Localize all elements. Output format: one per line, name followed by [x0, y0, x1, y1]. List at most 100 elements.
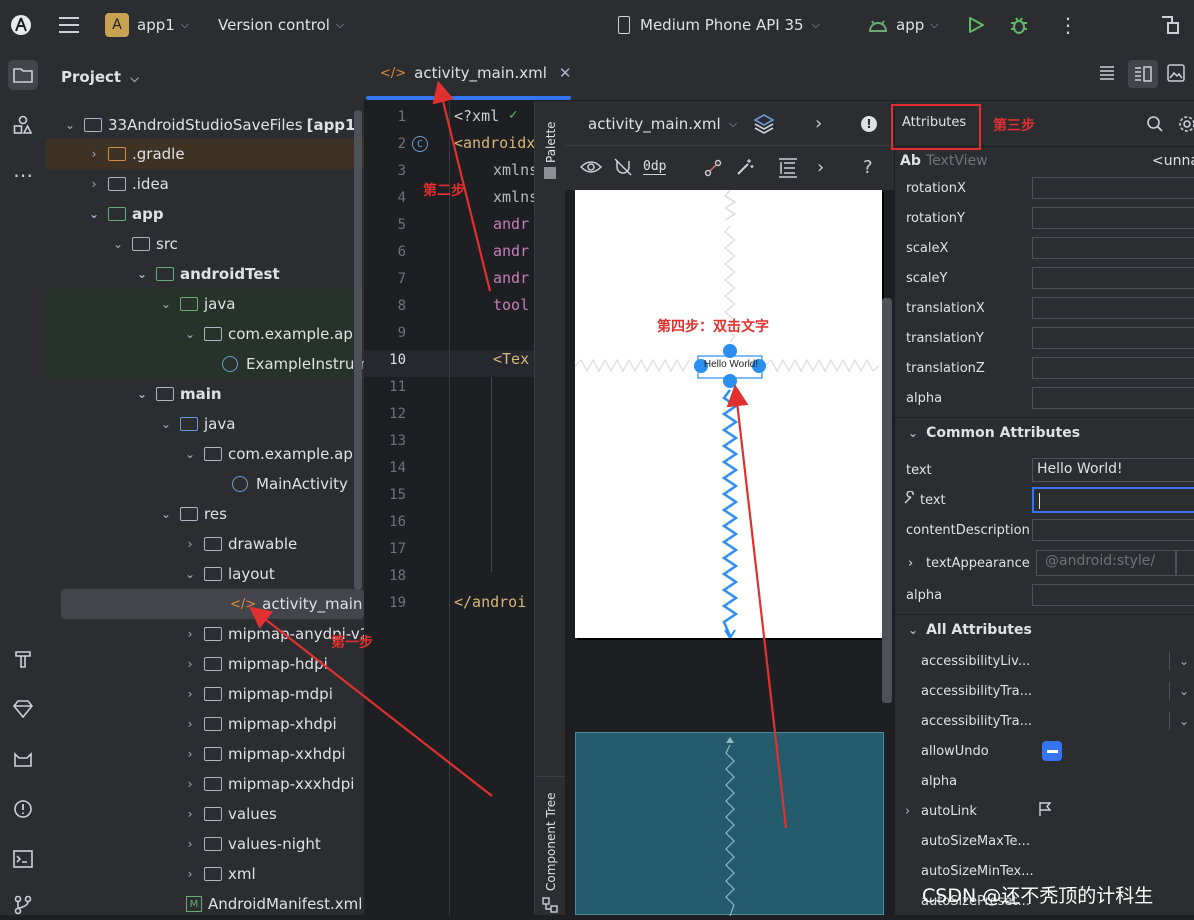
tree-item-drawable[interactable]: › drawable: [46, 529, 364, 559]
attr-input[interactable]: [1032, 327, 1194, 349]
attr-input[interactable]: [1032, 357, 1194, 379]
chevron-right-icon[interactable]: ›: [815, 113, 822, 134]
code-editor[interactable]: C 1 2 3 4 5 6 7 8 9 10 11 12 13 14 15 16…: [364, 101, 534, 915]
tree-item-manifest[interactable]: M AndroidManifest.xml: [46, 889, 364, 915]
tab-activity-main[interactable]: </> activity_main.xml ✕: [380, 50, 571, 96]
run-config-selector[interactable]: app ⌵: [868, 0, 939, 50]
attr-input[interactable]: [1032, 267, 1194, 289]
view-id[interactable]: <unnamed>: [1152, 153, 1194, 169]
flag-icon[interactable]: [1038, 801, 1052, 821]
android-studio-logo-icon[interactable]: [10, 0, 32, 50]
chevron-down-icon[interactable]: ⌄: [1179, 654, 1189, 668]
vcs-selector[interactable]: Version control ⌵: [218, 0, 344, 50]
tree-item-mipmap-xhdpi[interactable]: › mipmap-xhdpi: [46, 709, 364, 739]
module-folder-icon: [84, 118, 102, 132]
tree-item-idea[interactable]: › .idea: [46, 169, 364, 199]
tree-item-values-night[interactable]: › values-night: [46, 829, 364, 859]
run-icon[interactable]: [967, 0, 985, 50]
clear-constraints-icon[interactable]: [703, 158, 723, 182]
attr-input[interactable]: [1032, 237, 1194, 259]
split-view-icon[interactable]: [1128, 60, 1158, 88]
tree-item-root[interactable]: ⌄ 33AndroidStudioSaveFiles [app1]: [46, 110, 364, 140]
chevron-down-icon[interactable]: ⌄: [1179, 714, 1189, 728]
tree-item-gradle[interactable]: › .gradle: [46, 139, 364, 169]
tree-item-xml[interactable]: › xml: [46, 859, 364, 889]
infer-constraints-icon[interactable]: [735, 157, 755, 181]
tree-item-res[interactable]: ⌄ res: [46, 499, 364, 529]
gem-icon[interactable]: [8, 694, 38, 724]
tree-item-layout[interactable]: ⌄ layout: [46, 559, 364, 589]
tree-item-activity-main[interactable]: </> activity_main.xml: [46, 589, 364, 619]
guidelines-icon[interactable]: [777, 157, 799, 183]
tree-item-app[interactable]: ⌄ app: [46, 199, 364, 229]
text-value-input[interactable]: Hello World!: [1032, 458, 1194, 482]
magnet-off-icon[interactable]: [613, 157, 633, 181]
tree-item-mipmap-xxhdpi[interactable]: › mipmap-xxhdpi: [46, 739, 364, 769]
class-gutter-icon[interactable]: C: [412, 136, 428, 152]
tree-item-mipmap-hdpi[interactable]: › mipmap-hdpi: [46, 649, 364, 679]
chevron-right-icon[interactable]: ›: [817, 157, 824, 178]
ai-assistant-icon[interactable]: [1158, 0, 1182, 50]
tree-item-example-test[interactable]: ExampleInstrum: [46, 349, 364, 379]
chevron-down-icon[interactable]: ⌄: [1179, 684, 1189, 698]
chevron-right-icon[interactable]: ›: [905, 804, 910, 819]
common-attributes-header[interactable]: ⌄ Common Attributes: [895, 417, 1194, 448]
attr-input[interactable]: [1032, 387, 1194, 409]
more-tools-icon[interactable]: ⋯: [8, 160, 38, 190]
attr-input[interactable]: [1032, 297, 1194, 319]
git-branch-icon[interactable]: [8, 890, 38, 920]
blueprint-preview[interactable]: [575, 732, 884, 916]
problems-icon[interactable]: [8, 794, 38, 824]
tree-item-java-test[interactable]: ⌄ java: [46, 289, 364, 319]
attr-input[interactable]: [1032, 584, 1194, 606]
design-file-selector[interactable]: activity_main.xml ⌵: [588, 115, 737, 133]
hello-world-textview[interactable]: Hello World!: [703, 359, 759, 373]
component-tree-tab[interactable]: Component Tree: [544, 793, 558, 891]
attr-input[interactable]: [1032, 207, 1194, 229]
project-folder-icon[interactable]: [8, 60, 38, 90]
debug-icon[interactable]: [1008, 0, 1030, 50]
tree-item-package-main[interactable]: ⌄ com.example.app1: [46, 439, 364, 469]
palette-tab[interactable]: Palette: [544, 121, 558, 163]
project-scrollbar[interactable]: [354, 110, 362, 590]
attr-input[interactable]: [1032, 177, 1194, 199]
main-menu-icon[interactable]: [58, 0, 80, 50]
tree-item-mipmap-anydpi[interactable]: › mipmap-anydpi-v26: [46, 619, 364, 649]
text-appearance-input[interactable]: @android:style/: [1036, 550, 1176, 576]
chevron-right-icon[interactable]: ›: [908, 556, 913, 571]
tree-item-mipmap-xxxhdpi[interactable]: › mipmap-xxxhdpi: [46, 769, 364, 799]
logcat-icon[interactable]: [8, 744, 38, 774]
attr-input[interactable]: [1032, 519, 1194, 541]
tree-item-java-main[interactable]: ⌄ java: [46, 409, 364, 439]
phone-preview[interactable]: Hello World!: [575, 190, 882, 638]
tree-item-package-test[interactable]: ⌄ com.example.app1: [46, 319, 364, 349]
device-selector[interactable]: Medium Phone API 35 ⌵: [618, 0, 820, 50]
tree-item-mipmap-mdpi[interactable]: › mipmap-mdpi: [46, 679, 364, 709]
code-view-icon[interactable]: [1099, 64, 1115, 84]
design-view-icon[interactable]: [1167, 64, 1185, 86]
allow-undo-checkbox[interactable]: [1042, 741, 1062, 761]
gear-icon[interactable]: [1177, 114, 1194, 138]
close-icon[interactable]: ✕: [559, 64, 572, 82]
eye-icon[interactable]: [579, 159, 603, 179]
tools-text-input[interactable]: [1032, 487, 1194, 513]
resource-manager-icon[interactable]: [8, 110, 38, 140]
warning-icon[interactable]: !: [861, 116, 877, 132]
design-scrollbar[interactable]: [882, 298, 892, 703]
layers-icon[interactable]: [753, 113, 775, 139]
tree-item-values[interactable]: › values: [46, 799, 364, 829]
more-options-icon[interactable]: ⋮: [1058, 0, 1078, 50]
terminal-icon[interactable]: [8, 844, 38, 874]
tree-item-main[interactable]: ⌄ main: [46, 379, 364, 409]
project-selector[interactable]: A app1 ⌵: [105, 0, 189, 50]
build-hammer-icon[interactable]: [8, 644, 38, 674]
default-margin-dp[interactable]: 0dp: [643, 159, 667, 175]
tree-item-mainactivity[interactable]: MainActivity: [46, 469, 364, 499]
tree-item-src[interactable]: ⌄ src: [46, 229, 364, 259]
all-attributes-header[interactable]: ⌄ All Attributes: [895, 614, 1194, 645]
help-icon[interactable]: ?: [863, 157, 873, 178]
text-appearance-dropdown[interactable]: [1176, 550, 1194, 576]
tree-item-androidtest[interactable]: ⌄ androidTest: [46, 259, 364, 289]
search-icon[interactable]: [1146, 115, 1164, 137]
project-panel-title[interactable]: Project ⌵: [61, 68, 139, 86]
